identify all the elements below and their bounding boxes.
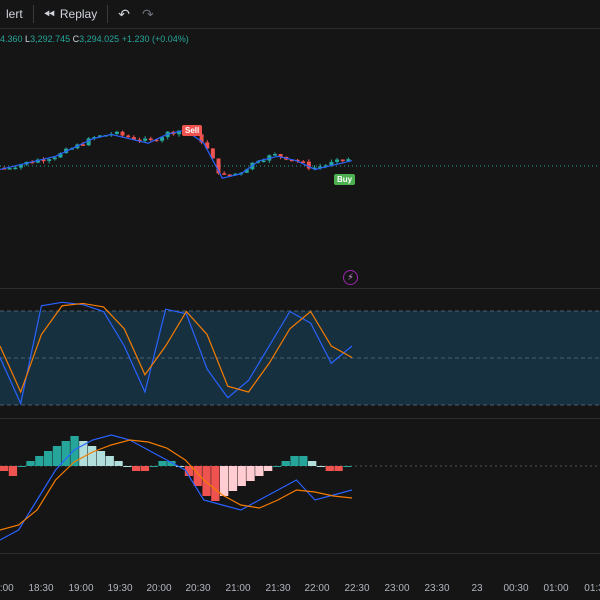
candle-body: [47, 159, 52, 161]
candle-body: [52, 157, 57, 160]
time-tick: 23: [471, 583, 483, 594]
buy-label: Buy: [337, 175, 353, 184]
buy-marker: Buy: [334, 174, 356, 185]
macd-histogram-bar: [202, 466, 211, 496]
pane-separator[interactable]: [0, 288, 600, 289]
macd-histogram-bar: [158, 461, 167, 466]
macd-histogram-bar: [105, 456, 114, 466]
candle-body: [13, 167, 18, 170]
macd-histogram-bar: [343, 466, 352, 467]
macd-histogram-bar: [211, 466, 220, 501]
macd-histogram-bar: [264, 466, 273, 471]
macd-histogram-bar: [246, 466, 255, 481]
candle-body: [126, 135, 131, 138]
time-tick: 00:30: [503, 583, 529, 594]
time-tick: 21:30: [265, 583, 291, 594]
time-tick: 19:30: [107, 583, 133, 594]
macd-histogram-bar: [220, 466, 229, 496]
macd-histogram-bar: [88, 446, 97, 466]
time-tick: 22:30: [344, 583, 370, 594]
macd-histogram-bar: [140, 466, 150, 471]
pane-separator[interactable]: [0, 553, 600, 554]
time-tick: 18:30: [28, 583, 54, 594]
macd-histogram-bar: [255, 466, 264, 476]
price-ma-line: [0, 129, 353, 179]
macd-histogram-bar: [17, 466, 26, 467]
time-tick: 19:00: [68, 583, 94, 594]
macd-histogram-bar: [228, 466, 238, 491]
macd-histogram-bar: [26, 461, 35, 466]
time-tick: 20:00: [146, 583, 172, 594]
candle-body: [114, 131, 119, 134]
time-tick: 01:3: [584, 583, 600, 594]
candle-body: [148, 138, 153, 140]
macd-histogram-bar: [281, 461, 290, 466]
time-tick: 23:00: [384, 583, 410, 594]
macd-histogram-bar: [35, 456, 44, 466]
time-tick: 22:00: [304, 583, 330, 594]
time-tick: 20:30: [185, 583, 211, 594]
time-tick: 01:00: [543, 583, 569, 594]
macd-histogram-bar: [44, 451, 53, 466]
candle-body: [340, 159, 345, 162]
macd-histogram-bar: [290, 456, 299, 466]
macd-histogram-bar: [123, 466, 132, 467]
macd-histogram-bar: [96, 451, 106, 466]
lightning-icon[interactable]: ⚡︎: [343, 270, 358, 285]
macd-histogram-bar: [149, 466, 158, 467]
macd-histogram-bar: [237, 466, 246, 486]
macd-histogram-bar: [308, 461, 317, 466]
macd-histogram-bar: [52, 446, 62, 466]
macd-histogram-bar: [8, 466, 18, 476]
candle-body: [261, 160, 266, 163]
stoch-band: [0, 311, 600, 405]
pane-separator[interactable]: [0, 418, 600, 419]
macd-histogram-bar: [316, 466, 326, 467]
macd-histogram-bar: [325, 466, 334, 471]
sell-marker: Sell: [182, 125, 203, 136]
time-tick: 23:30: [424, 583, 450, 594]
time-axis[interactable]: 8:00 18:30 19:00 19:30 20:00 20:30 21:00 21:30 2…: [0, 575, 600, 600]
candle-body: [272, 154, 277, 156]
candle-body: [335, 159, 340, 162]
macd-histogram-bar: [272, 466, 282, 467]
macd-histogram-bar: [299, 456, 308, 466]
time-tick: 8:00: [0, 583, 14, 594]
macd-histogram-bar: [132, 466, 141, 471]
macd-histogram-bar: [114, 461, 123, 466]
candle-body: [143, 138, 148, 141]
macd-histogram-bar: [0, 466, 9, 471]
candle-body: [7, 168, 12, 170]
macd-histogram-bar: [334, 466, 343, 471]
candle-body: [120, 131, 125, 136]
time-tick: 21:00: [225, 583, 251, 594]
sell-label: Sell: [185, 126, 200, 135]
candle-body: [222, 173, 227, 175]
